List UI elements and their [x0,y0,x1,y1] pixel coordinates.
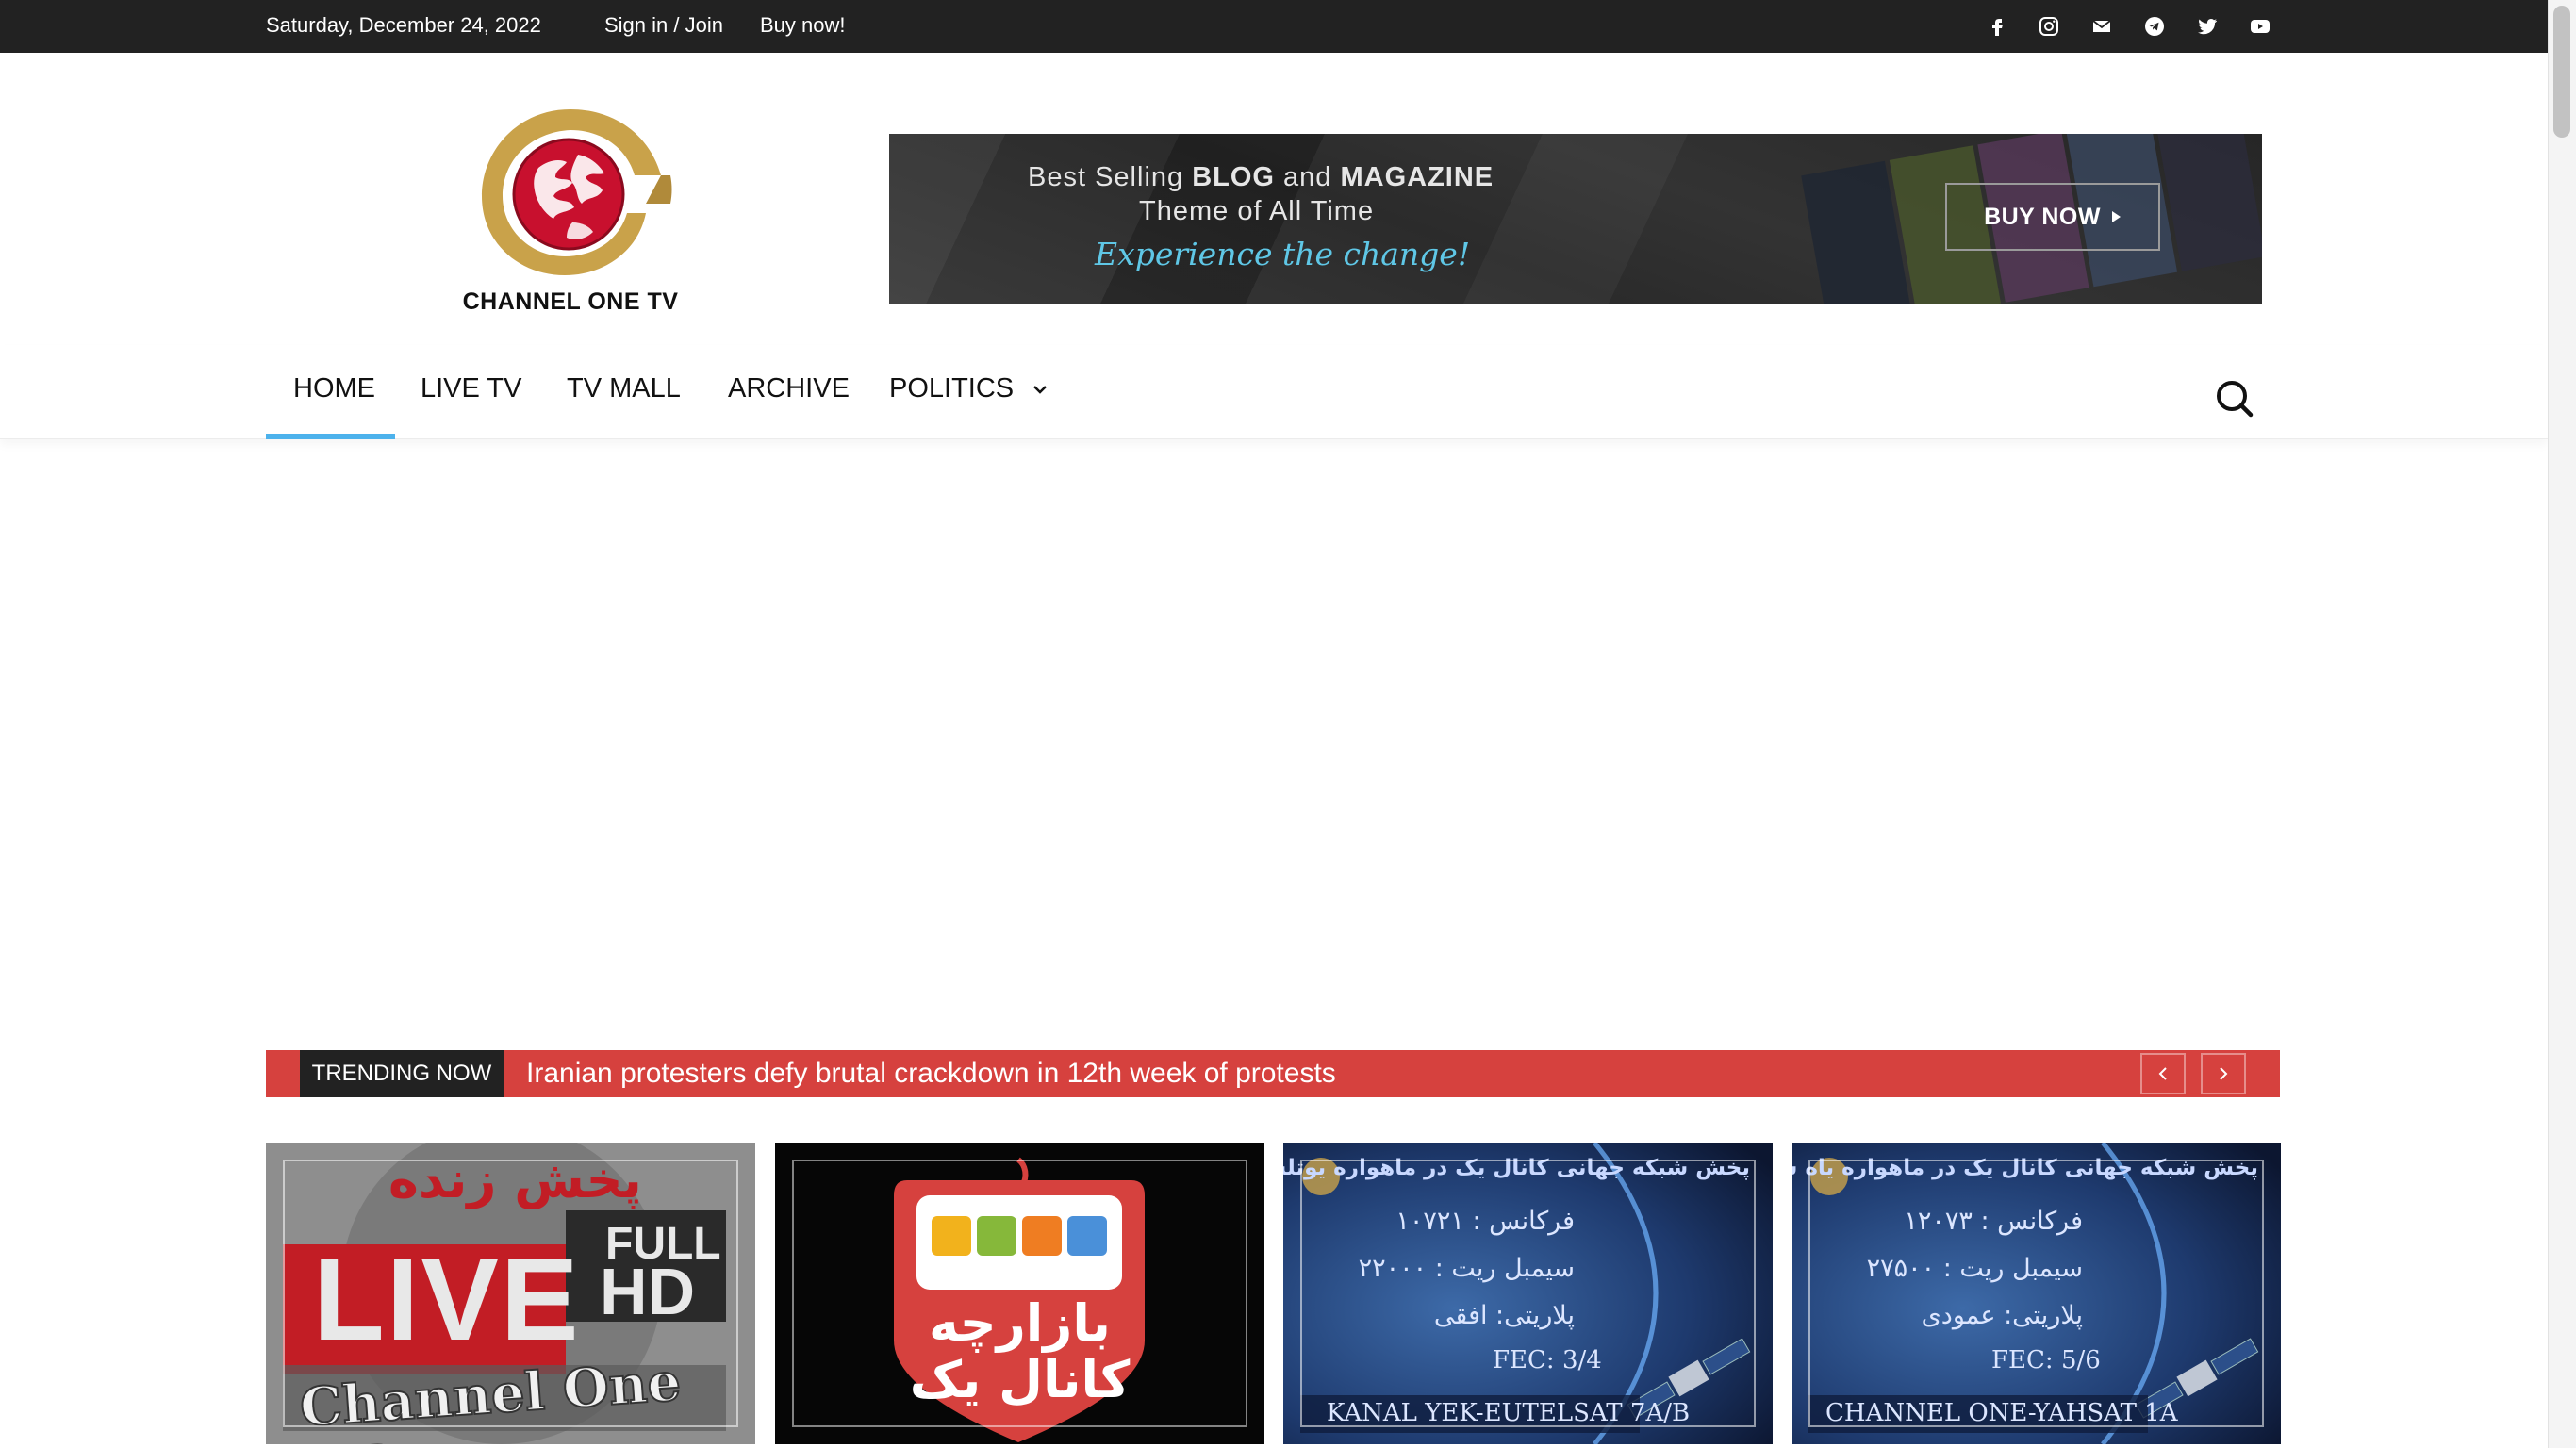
nav-archive[interactable]: ARCHIVE [728,373,850,404]
trending-prev-button[interactable] [2140,1053,2186,1094]
globe-logo-icon [482,109,672,275]
play-arrow-icon [2111,211,2121,222]
chevron-right-icon [2220,1067,2228,1080]
banner-buy-now-button[interactable]: BUY NOW [1945,183,2160,251]
post-thumbnail-live[interactable]: پخش زنده LIVE FULL HD Channel One HD [266,1143,755,1444]
trending-headline[interactable]: Iranian protesters defy brutal crackdown… [526,1050,1336,1097]
post-thumbnail-tv-mall[interactable]: بازارچه کانال یک [775,1143,1264,1444]
scrollbar-thumb[interactable] [2553,6,2570,138]
buy-now-link[interactable]: Buy now! [760,0,846,53]
twitter-icon[interactable] [2188,8,2226,45]
trending-bar: TRENDING NOW Iranian protesters defy bru… [266,1050,2280,1097]
search-icon[interactable] [2211,375,2258,422]
facebook-icon[interactable] [1978,8,2016,45]
banner-line-1: Best Selling BLOG and MAGAZINE [1028,162,1494,192]
trending-next-button[interactable] [2201,1053,2246,1094]
nav-home[interactable]: HOME [293,373,375,404]
top-bar: Saturday, December 24, 2022 Sign in / Jo… [0,0,2548,53]
nav-politics[interactable]: POLITICS [889,373,1048,404]
nav-tv-mall[interactable]: TV MALL [567,373,681,404]
post-thumbnail-yahsat[interactable]: پخش شبکه جهانی کانال یک در ماهواره یاه س… [1792,1143,2281,1444]
banner-tagline: Experience the change! [1095,236,1471,272]
chevron-down-icon [1033,386,1048,395]
banner-line-2: Theme of All Time [1139,196,1375,226]
site-logo[interactable]: CHANNEL ONE TV [453,102,688,328]
main-navigation: HOME LIVE TV TV MALL ARCHIVE POLITICS [0,345,2548,439]
trending-label: TRENDING NOW [300,1050,504,1097]
banner-ad[interactable]: Best Selling BLOG and MAGAZINE Theme of … [889,134,2262,304]
signin-link[interactable]: Sign in / Join [604,0,723,53]
instagram-icon[interactable] [2030,8,2068,45]
active-nav-indicator [266,434,395,439]
post-thumbnail-eutelsat[interactable]: پخش شبکه جهانی کانال یک در ماهواره یوتلس… [1283,1143,1773,1444]
site-name: CHANNEL ONE TV [462,288,679,315]
nav-live-tv[interactable]: LIVE TV [421,373,521,404]
telegram-icon[interactable] [2136,8,2173,45]
scrollbar-track[interactable] [2548,0,2576,1448]
current-date: Saturday, December 24, 2022 [266,13,541,37]
mail-icon[interactable] [2083,8,2121,45]
chevron-left-icon [2158,1067,2167,1080]
youtube-icon[interactable] [2241,8,2279,45]
